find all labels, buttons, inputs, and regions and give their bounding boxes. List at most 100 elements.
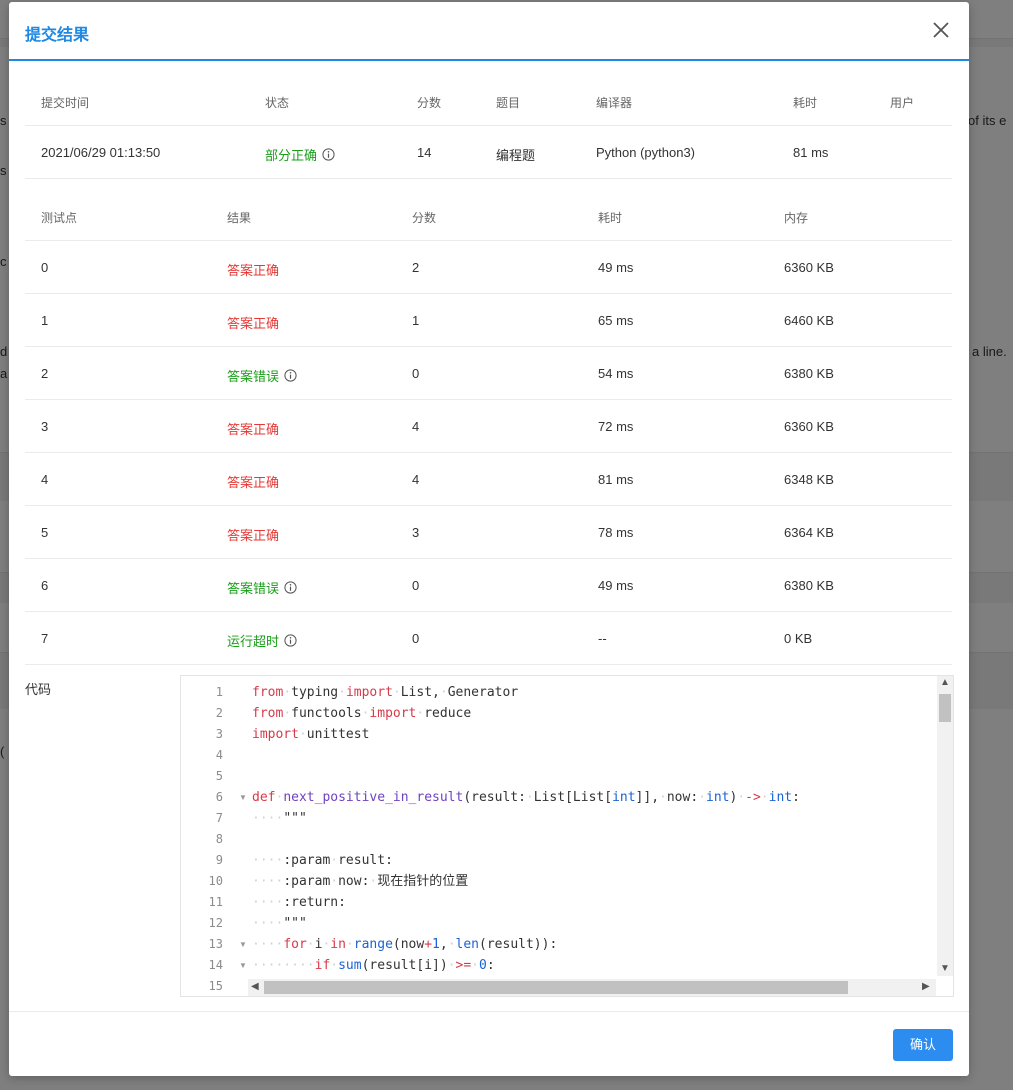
testcase-result-text: 答案正确 <box>227 263 280 278</box>
testcase-score: 0 <box>412 631 420 646</box>
line-number: 3 <box>215 727 223 741</box>
line-number: 7 <box>215 811 223 825</box>
dialog-footer: 确认 <box>9 1011 969 1076</box>
fold-toggle-icon[interactable]: ▼ <box>239 793 247 802</box>
vertical-scrollbar[interactable]: ▲ ▼ <box>937 676 953 976</box>
testcase-memory: 6380 KB <box>784 366 834 381</box>
testcase-rows: 0 答案正确 2 49 ms 6360 KB 1 答案正确 1 65 ms 6460 KB 2 答案错… <box>25 241 952 665</box>
code-line: ····""" <box>252 811 307 826</box>
line-number: 2 <box>215 706 223 720</box>
testcase-id: 7 <box>41 631 49 646</box>
testcase-id: 4 <box>41 472 49 487</box>
elapsed-value: 81 ms <box>793 145 829 160</box>
header-score: 分数 <box>417 96 442 110</box>
line-number: 5 <box>215 769 223 783</box>
testcase-memory: 6360 KB <box>784 419 834 434</box>
header-user: 用户 <box>890 96 915 110</box>
testcase-time: 54 ms <box>598 366 634 381</box>
line-number-gutter: 1 2 3 4 5 6 ▼ 7 8 9 10 11 12 13 ▼ 14 ▼ 15 <box>181 676 247 993</box>
testcase-id: 6 <box>41 578 49 593</box>
scroll-down-icon[interactable]: ▼ <box>940 963 950 975</box>
testcase-time: 49 ms <box>598 260 634 275</box>
line-number: 9 <box>215 853 223 867</box>
info-icon[interactable] <box>284 581 297 594</box>
testcase-result: 运行超时 <box>227 631 297 650</box>
testcase-row: 2 答案错误 0 54 ms 6380 KB <box>25 347 952 400</box>
horizontal-scroll-thumb[interactable] <box>264 981 848 994</box>
testcase-memory: 0 KB <box>784 631 813 646</box>
code-line: ····""" <box>252 916 307 931</box>
vertical-scroll-thumb[interactable] <box>939 694 951 722</box>
testcase-id: 2 <box>41 366 49 381</box>
info-icon[interactable] <box>322 148 335 161</box>
testcase-id: 3 <box>41 419 49 434</box>
line-number: 4 <box>215 748 223 762</box>
submission-summary-table: 提交时间 状态 分数 题目 编译器 耗时 用户 2021/06/29 01:13… <box>25 78 952 665</box>
testcase-time: -- <box>598 631 607 646</box>
code-editor[interactable]: 1 2 3 4 5 6 ▼ 7 8 9 10 11 12 13 ▼ 14 ▼ 15 from·typing·imp… <box>180 675 954 997</box>
code-line: import·unittest <box>252 727 370 742</box>
code-line: ········if·sum(result[i])·>=·0: <box>252 958 495 973</box>
dialog-title: 提交结果 <box>25 27 90 44</box>
problem-value: 编程题 <box>496 148 536 163</box>
testcase-memory: 6460 KB <box>784 313 834 328</box>
testcase-score: 0 <box>412 366 420 381</box>
horizontal-scrollbar[interactable]: ◀ ▶ <box>248 979 936 996</box>
testcase-memory: 6364 KB <box>784 525 834 540</box>
score-value: 14 <box>417 145 432 160</box>
testcase-id: 5 <box>41 525 49 540</box>
compiler-value: Python (python3) <box>596 145 696 160</box>
close-button[interactable] <box>929 18 953 42</box>
testcase-row: 3 答案正确 4 72 ms 6360 KB <box>25 400 952 453</box>
header-memory: 内存 <box>784 211 809 225</box>
testcase-id: 1 <box>41 313 49 328</box>
dialog-header: 提交结果 <box>9 2 969 61</box>
header-compiler: 编译器 <box>596 96 633 110</box>
code-line: def·next_positive_in_result(result:·List… <box>252 790 800 805</box>
header-result: 结果 <box>227 211 252 225</box>
testcase-memory: 6348 KB <box>784 472 834 487</box>
line-number: 6 <box>215 790 223 804</box>
testcase-time: 49 ms <box>598 578 634 593</box>
testcase-result-text: 答案错误 <box>227 581 280 596</box>
testcase-row: 5 答案正确 3 78 ms 6364 KB <box>25 506 952 559</box>
line-number: 11 <box>208 895 223 909</box>
header-testcase-time: 耗时 <box>598 211 623 225</box>
testcase-result-text: 运行超时 <box>227 634 280 649</box>
header-problem: 题目 <box>496 96 521 110</box>
status-cell: 部分正确 <box>265 145 335 164</box>
scroll-right-icon[interactable]: ▶ <box>922 981 930 993</box>
code-area[interactable]: from·typing·import·List,·Generator from·f… <box>252 676 936 976</box>
fold-toggle-icon[interactable]: ▼ <box>239 940 247 949</box>
info-icon[interactable] <box>284 369 297 382</box>
submit-time: 2021/06/29 01:13:50 <box>41 145 161 160</box>
testcase-row: 1 答案正确 1 65 ms 6460 KB <box>25 294 952 347</box>
testcase-result-text: 答案正确 <box>227 528 280 543</box>
testcase-result-text: 答案正确 <box>227 475 280 490</box>
testcase-score: 1 <box>412 313 420 328</box>
testcase-id: 0 <box>41 260 49 275</box>
scroll-left-icon[interactable]: ◀ <box>251 981 259 993</box>
close-icon <box>933 22 949 38</box>
line-number: 15 <box>208 979 223 993</box>
code-line: from·functools·import·reduce <box>252 706 472 721</box>
scroll-up-icon[interactable]: ▲ <box>940 677 950 689</box>
code-line: ····:param·now:·现在指针的位置 <box>252 874 469 889</box>
header-testcase-score: 分数 <box>412 211 437 225</box>
code-line: ····for·i·in·range(now+1,·len(result)): <box>252 937 558 952</box>
code-line: ····:param·result: <box>252 853 393 868</box>
code-line: from·typing·import·List,·Generator <box>252 685 519 700</box>
fold-toggle-icon[interactable]: ▼ <box>239 961 247 970</box>
status-text: 部分正确 <box>265 148 318 163</box>
testcase-result: 答案错误 <box>227 578 297 597</box>
testcase-result-text: 答案正确 <box>227 422 280 437</box>
header-status: 状态 <box>265 96 290 110</box>
testcase-result-text: 答案错误 <box>227 369 280 384</box>
testcase-result: 答案正确 <box>227 313 279 332</box>
confirm-button[interactable]: 确认 <box>893 1029 953 1061</box>
testcase-result: 答案正确 <box>227 419 279 438</box>
line-number: 14 <box>208 958 223 972</box>
info-icon[interactable] <box>284 634 297 647</box>
testcase-score: 3 <box>412 525 420 540</box>
testcase-score: 4 <box>412 472 420 487</box>
